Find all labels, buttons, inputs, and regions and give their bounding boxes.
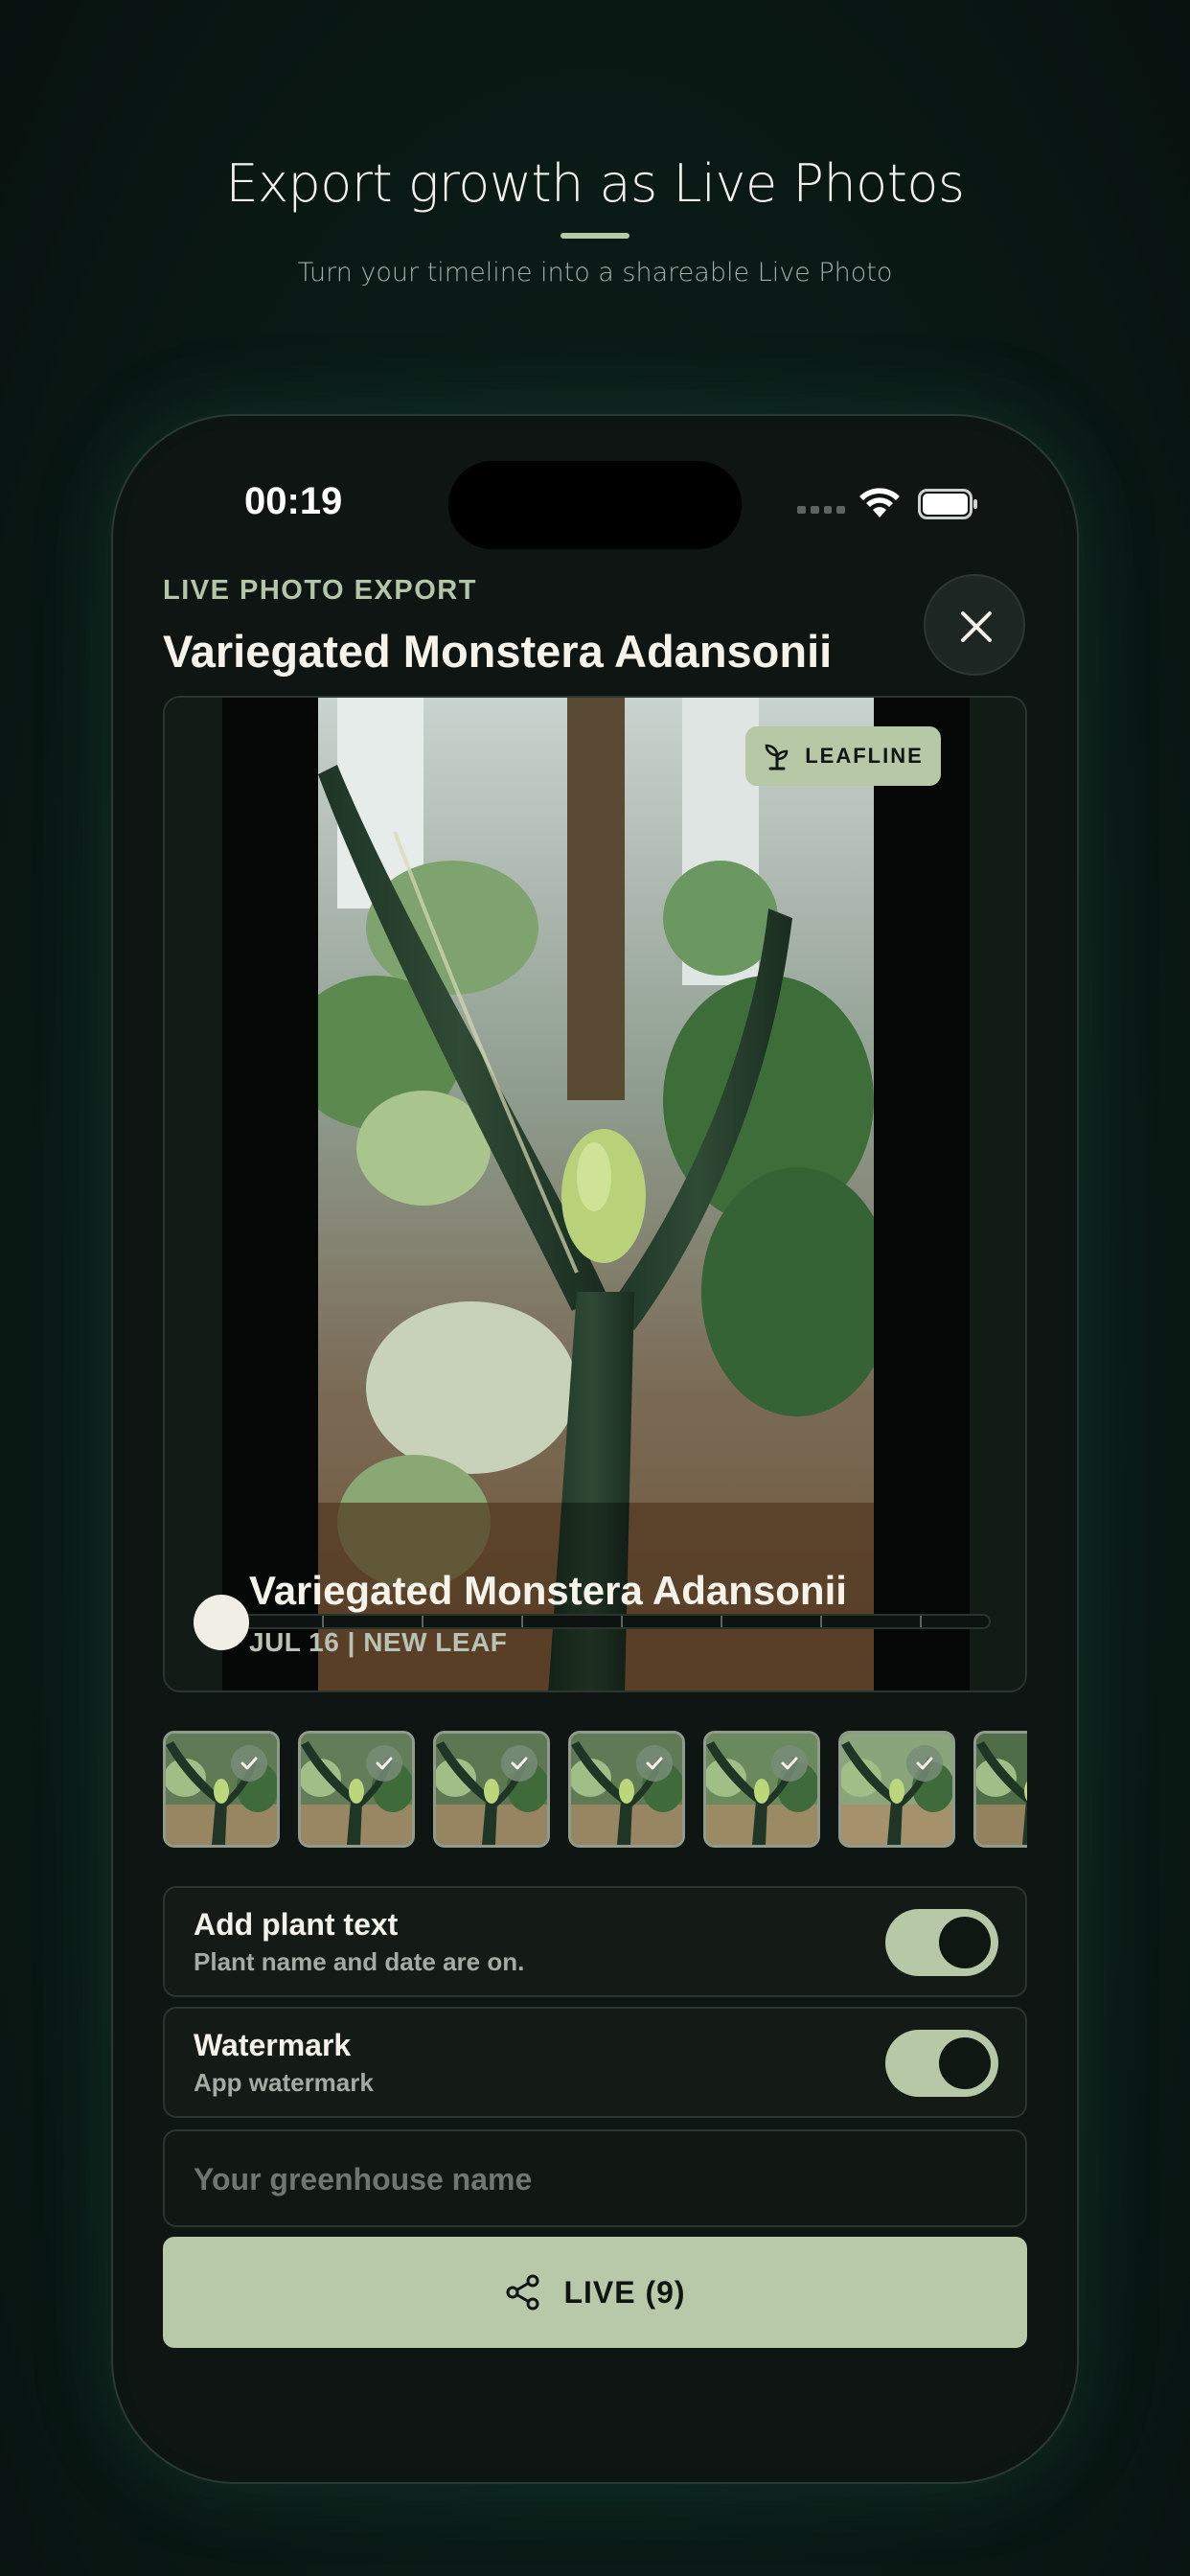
badge-label: LEAFLINE bbox=[805, 744, 924, 768]
frame-thumbnail[interactable] bbox=[838, 1731, 955, 1848]
plant-text-toggle[interactable] bbox=[885, 1909, 998, 1976]
checkmark-icon bbox=[906, 1745, 943, 1782]
frame-thumbnail[interactable] bbox=[703, 1731, 820, 1848]
hero-title: Export growth as Live Photos bbox=[225, 153, 965, 214]
close-button[interactable] bbox=[924, 574, 1025, 676]
checkmark-icon bbox=[771, 1745, 808, 1782]
frame-thumbnail[interactable] bbox=[433, 1731, 550, 1848]
export-live-button[interactable]: LIVE (9) bbox=[163, 2237, 1027, 2348]
wifi-icon bbox=[859, 488, 900, 518]
share-icon bbox=[506, 2274, 539, 2311]
overlay-date: JUL 16 | NEW LEAF bbox=[249, 1627, 508, 1657]
hero: Export growth as Live Photos Turn your t… bbox=[0, 153, 1190, 288]
checkmark-icon bbox=[636, 1745, 673, 1782]
sprout-icon bbox=[765, 744, 789, 770]
watermark-option: Watermark App watermark bbox=[163, 2007, 1027, 2118]
live-photo-preview: LEAFLINE Variegated Monstera Adansonii J… bbox=[163, 696, 1027, 1692]
watermark-title: Watermark bbox=[194, 2028, 352, 2062]
plant-text-option: Add plant text Plant name and date are o… bbox=[163, 1886, 1027, 1997]
scrubber-handle[interactable] bbox=[194, 1595, 249, 1650]
hero-subtitle: Turn your timeline into a shareable Live… bbox=[297, 258, 893, 288]
signal-icon bbox=[797, 506, 845, 514]
watermark-subtitle: App watermark bbox=[194, 2068, 374, 2097]
export-eyebrow: LIVE PHOTO EXPORT bbox=[163, 575, 477, 606]
frame-thumbnail[interactable] bbox=[973, 1731, 1027, 1848]
frame-thumbnail[interactable] bbox=[298, 1731, 415, 1848]
export-live-label: LIVE (9) bbox=[563, 2274, 686, 2310]
close-icon bbox=[961, 611, 992, 642]
checkmark-icon bbox=[501, 1745, 538, 1782]
checkmark-icon bbox=[366, 1745, 402, 1782]
battery-icon bbox=[918, 489, 977, 519]
phone-screen: 00:19 LIVE PHOTO EXPORT Variegated Monst… bbox=[125, 427, 1065, 2471]
checkmark-icon bbox=[231, 1745, 267, 1782]
overlay-plant-name: Variegated Monstera Adansonii bbox=[249, 1568, 847, 1613]
frame-strip bbox=[163, 1731, 1027, 1850]
hero-underline bbox=[561, 233, 629, 239]
plant-text-title: Add plant text bbox=[194, 1907, 399, 1942]
plant-text-subtitle: Plant name and date are on. bbox=[194, 1947, 525, 1976]
plant-title: Variegated Monstera Adansonii bbox=[163, 626, 833, 677]
frame-thumbnail[interactable] bbox=[163, 1731, 280, 1848]
greenhouse-name-placeholder: Your greenhouse name bbox=[194, 2162, 533, 2196]
plant-photo bbox=[318, 698, 874, 1690]
watermark-toggle[interactable] bbox=[885, 2030, 998, 2097]
status-time: 00:19 bbox=[244, 480, 343, 522]
app-badge: LEAFLINE bbox=[745, 726, 941, 786]
frame-thumbnail[interactable] bbox=[568, 1731, 685, 1848]
greenhouse-name-field[interactable]: Your greenhouse name bbox=[163, 2129, 1027, 2227]
dynamic-island bbox=[448, 461, 742, 549]
